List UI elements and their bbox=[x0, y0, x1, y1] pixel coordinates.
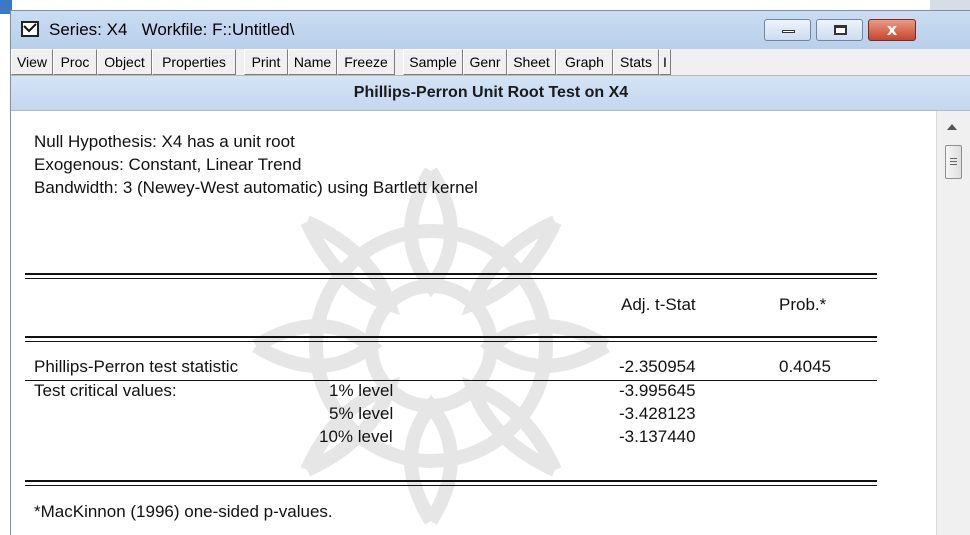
exogenous-text: Exogenous: Constant, Linear Trend bbox=[34, 155, 302, 174]
desktop-strip bbox=[0, 0, 970, 10]
maximize-button[interactable] bbox=[816, 19, 863, 41]
col-prob-header: Prob.* bbox=[779, 295, 827, 314]
minimize-icon bbox=[782, 30, 795, 33]
title-bar[interactable]: Series: X4 Workfile: F::Untitled\ x bbox=[11, 11, 970, 50]
output-title: Phillips-Perron Unit Root Test on X4 bbox=[11, 76, 970, 111]
level-10-label: 10% level bbox=[319, 427, 393, 446]
table-bottom-rule bbox=[25, 480, 877, 486]
bandwidth-text: Bandwidth: 3 (Newey-West automatic) usin… bbox=[34, 178, 478, 197]
maximize-icon bbox=[834, 25, 847, 35]
genr-button[interactable]: Genr bbox=[463, 49, 507, 75]
level-5-label: 5% level bbox=[329, 404, 394, 423]
level-10-value: -3.137440 bbox=[619, 427, 696, 446]
ident-button[interactable]: I bbox=[659, 49, 671, 75]
view-button[interactable]: View bbox=[11, 49, 53, 75]
vertical-scrollbar[interactable] bbox=[936, 111, 970, 535]
pp-prob-value: 0.4045 bbox=[779, 357, 831, 376]
object-button[interactable]: Object bbox=[97, 49, 152, 75]
table-top-rule bbox=[25, 273, 877, 279]
graph-button[interactable]: Graph bbox=[556, 49, 613, 75]
scroll-up-arrow-icon[interactable] bbox=[947, 124, 957, 130]
properties-button[interactable]: Properties bbox=[152, 49, 236, 75]
watermark-icon bbox=[252, 167, 610, 525]
pp-tstat-value: -2.350954 bbox=[619, 357, 696, 376]
window-title: Series: X4 Workfile: F::Untitled\ bbox=[49, 20, 295, 39]
series-window: Series: X4 Workfile: F::Untitled\ x View… bbox=[10, 10, 970, 535]
critical-values-label: Test critical values: bbox=[34, 381, 177, 400]
print-button[interactable]: Print bbox=[244, 49, 288, 75]
level-1-value: -3.995645 bbox=[619, 381, 696, 400]
footnote-text: *MacKinnon (1996) one-sided p-values. bbox=[34, 502, 333, 521]
minimize-button[interactable] bbox=[764, 19, 811, 41]
level-1-label: 1% level bbox=[329, 381, 394, 400]
proc-button[interactable]: Proc bbox=[53, 49, 97, 75]
close-icon: x bbox=[886, 20, 898, 39]
grip-line bbox=[950, 158, 957, 159]
scroll-thumb[interactable] bbox=[945, 145, 962, 179]
toolbar: View Proc Object Properties Print Name F… bbox=[11, 49, 970, 76]
sheet-button[interactable]: Sheet bbox=[507, 49, 556, 75]
name-button[interactable]: Name bbox=[288, 49, 337, 75]
stats-button[interactable]: Stats bbox=[613, 49, 659, 75]
null-hypothesis-text: Null Hypothesis: X4 has a unit root bbox=[34, 132, 295, 151]
sample-button[interactable]: Sample bbox=[403, 49, 463, 75]
grip-line bbox=[950, 161, 957, 162]
freeze-button[interactable]: Freeze bbox=[337, 49, 395, 75]
output-pane: Null Hypothesis: X4 has a unit root Exog… bbox=[11, 111, 936, 535]
checkbox-icon[interactable] bbox=[21, 21, 39, 37]
col-adj-tstat-header: Adj. t-Stat bbox=[621, 295, 696, 314]
table-header-rule bbox=[25, 336, 877, 342]
close-button[interactable]: x bbox=[868, 19, 916, 41]
grip-line bbox=[950, 164, 957, 165]
pp-test-label: Phillips-Perron test statistic bbox=[34, 357, 239, 376]
level-5-value: -3.428123 bbox=[619, 404, 696, 423]
